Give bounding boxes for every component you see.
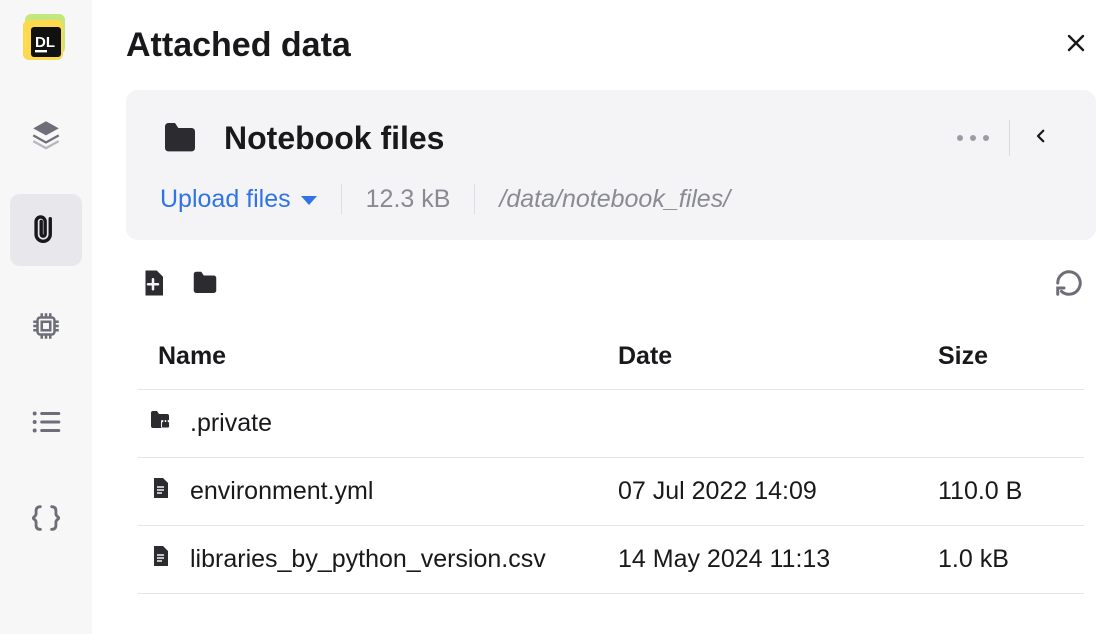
file-name: libraries_by_python_version.csv <box>190 545 546 574</box>
file-name: environment.yml <box>190 477 373 506</box>
new-file-button[interactable] <box>138 268 168 298</box>
sidebar: DL <box>0 0 92 634</box>
main-content: Attached data Notebook files <box>92 0 1116 634</box>
refresh-button[interactable] <box>1054 268 1084 298</box>
file-table: Name Date Size .private environment.yml … <box>126 324 1096 594</box>
table-row[interactable]: libraries_by_python_version.csv 14 May 2… <box>138 526 1084 594</box>
panel-subheader: Upload files 12.3 kB /data/notebook_file… <box>160 184 1062 214</box>
col-name: Name <box>148 342 618 371</box>
total-size: 12.3 kB <box>366 185 451 214</box>
folder-path: /data/notebook_files/ <box>499 185 730 214</box>
nav-braces[interactable] <box>10 482 82 554</box>
panel-header: Notebook files <box>160 118 1062 158</box>
divider <box>341 184 342 214</box>
table-row[interactable]: environment.yml 07 Jul 2022 14:09 110.0 … <box>138 458 1084 526</box>
col-date: Date <box>618 342 938 371</box>
topbar: Attached data <box>126 0 1096 90</box>
file-size: 110.0 B <box>938 477 1074 506</box>
collapse-panel-button[interactable] <box>1010 127 1062 150</box>
file-icon <box>148 544 172 575</box>
file-icon <box>148 476 172 507</box>
table-header: Name Date Size <box>138 324 1084 390</box>
page-title: Attached data <box>126 26 351 65</box>
upload-files-label: Upload files <box>160 185 291 214</box>
divider <box>474 184 475 214</box>
close-button[interactable] <box>1056 23 1096 68</box>
file-toolbar <box>126 268 1096 298</box>
notebook-files-panel: Notebook files Upload files 12.3 <box>126 90 1096 240</box>
nav-attachments[interactable] <box>10 194 82 266</box>
nav-list[interactable] <box>10 386 82 458</box>
folder-icon <box>160 118 200 158</box>
file-name: .private <box>190 409 272 438</box>
col-size: Size <box>938 342 1074 371</box>
file-date: 14 May 2024 11:13 <box>618 545 938 574</box>
new-folder-button[interactable] <box>190 268 220 298</box>
svg-text:DL: DL <box>35 34 55 51</box>
caret-down-icon <box>301 196 317 205</box>
private-folder-icon <box>148 408 172 439</box>
more-options-button[interactable] <box>937 135 1009 141</box>
table-row[interactable]: .private <box>138 390 1084 458</box>
panel-title: Notebook files <box>224 120 444 157</box>
app-logo: DL <box>23 14 69 60</box>
file-size: 1.0 kB <box>938 545 1074 574</box>
chevron-left-icon <box>1032 127 1050 145</box>
ellipsis-icon <box>957 135 989 141</box>
file-date: 07 Jul 2022 14:09 <box>618 477 938 506</box>
nav-layers[interactable] <box>10 98 82 170</box>
nav-cpu[interactable] <box>10 290 82 362</box>
upload-files-button[interactable]: Upload files <box>160 185 317 214</box>
